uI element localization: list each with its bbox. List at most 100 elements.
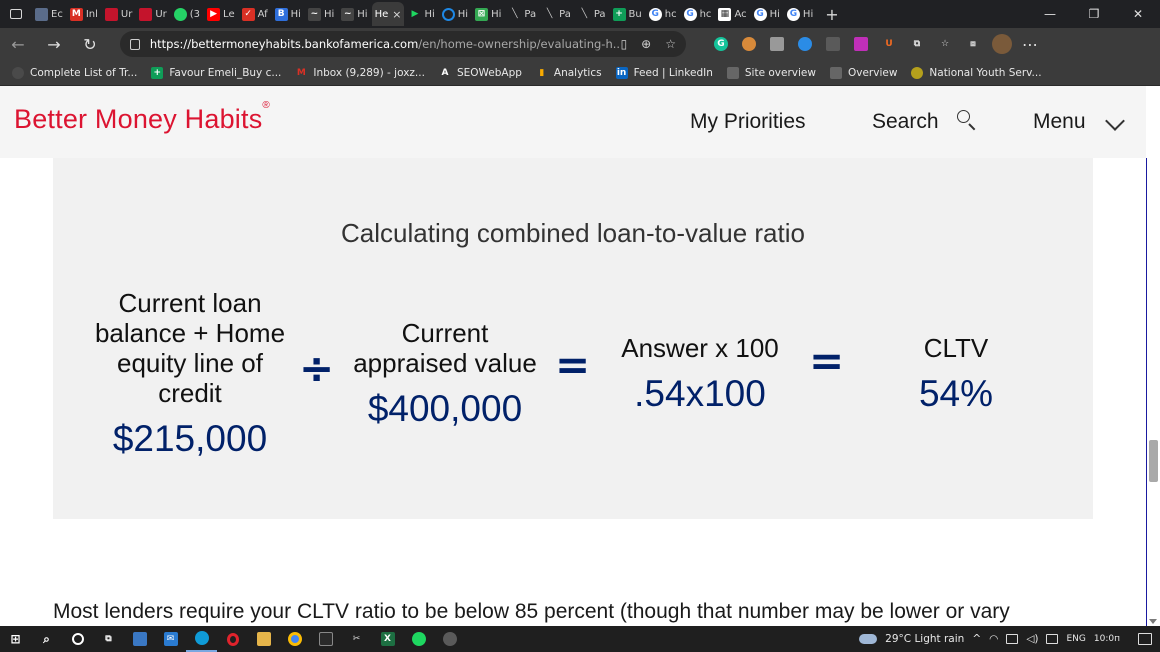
nav-menu[interactable]: Menu <box>1033 110 1086 134</box>
bookmark[interactable]: A SEOWebApp <box>439 67 521 79</box>
extension-icon[interactable] <box>742 37 756 51</box>
extension-icon[interactable] <box>798 37 812 51</box>
extension-icon[interactable] <box>854 37 868 51</box>
system-tray: 29°C Light rain ^ ◠ ◁) ENG 10:0п <box>859 633 1160 645</box>
more-icon[interactable]: ⋯ <box>1012 28 1048 60</box>
forward-icon[interactable]: → <box>36 28 72 60</box>
close-icon[interactable]: × <box>392 8 401 21</box>
tab[interactable]: ~ Hi <box>305 2 337 26</box>
bookmark[interactable]: in Feed | LinkedIn <box>615 66 713 79</box>
chrome-icon[interactable] <box>279 626 310 652</box>
tab[interactable]: Ur <box>136 2 169 26</box>
extension-u-icon[interactable]: U <box>882 37 896 51</box>
new-tab-button[interactable]: + <box>817 5 846 24</box>
zoom-icon[interactable]: ⊕ <box>641 37 651 51</box>
tab[interactable]: Ec <box>32 2 66 26</box>
tab[interactable]: ╲ Pa <box>505 2 539 26</box>
bookmark[interactable]: Complete List of Tr... <box>12 66 137 79</box>
search-icon[interactable] <box>957 110 976 131</box>
settings-icon[interactable] <box>310 626 341 652</box>
refresh-icon[interactable]: ↻ <box>72 28 108 60</box>
site-logo[interactable]: Better Money Habits® <box>14 100 270 135</box>
puzzle-icon[interactable]: ⧉ <box>910 37 924 51</box>
notification-icon[interactable] <box>1138 633 1152 645</box>
tabs: Ec M Inl Ur Ur (3 ▶ Le ✓ Af B Hi ~ Hi ~ Hi He ×… <box>32 0 1028 28</box>
collections-icon[interactable]: ⧈ <box>966 37 980 51</box>
desktop-icon[interactable] <box>124 626 155 652</box>
bookmark[interactable]: M Inbox (9,289) - joxz... <box>295 67 425 79</box>
nav-my-priorities[interactable]: My Priorities <box>690 110 806 134</box>
tab[interactable]: ~ Hi <box>338 2 370 26</box>
scrollbar[interactable] <box>1146 158 1160 626</box>
tab[interactable]: G Hi <box>751 2 783 26</box>
back-icon[interactable]: ← <box>0 28 36 60</box>
tab[interactable]: + Bu <box>610 2 645 26</box>
tab[interactable]: ✓ Af <box>239 2 271 26</box>
language-indicator[interactable]: ENG <box>1066 634 1085 644</box>
bookmark[interactable]: National Youth Serv... <box>911 66 1042 79</box>
address-bar[interactable]: https://bettermoneyhabits.bankofamerica.… <box>120 31 686 57</box>
cltv-calculation-panel: Calculating combined loan-to-value ratio… <box>53 158 1093 519</box>
calc-cltv: CLTV 54% <box>891 333 1021 415</box>
spotify-icon[interactable] <box>403 626 434 652</box>
search-icon[interactable]: ⌕ <box>31 626 62 652</box>
circle-icon[interactable] <box>62 626 93 652</box>
window-menu-icon[interactable] <box>0 0 32 28</box>
tab[interactable]: Ghc <box>646 2 680 26</box>
minimize-button[interactable]: — <box>1028 0 1072 28</box>
bookmark[interactable]: + Favour Emeli_Buy c... <box>151 66 281 79</box>
shield-icon[interactable] <box>434 626 465 652</box>
tab[interactable]: ╲ Pa <box>575 2 609 26</box>
reader-icon[interactable]: ▯ <box>621 37 628 51</box>
bookmark[interactable]: Overview <box>829 66 897 79</box>
favorite-icon[interactable]: ☆ <box>665 37 676 51</box>
extension-icon[interactable] <box>826 37 840 51</box>
tab-active[interactable]: He × <box>371 2 405 26</box>
tab[interactable]: ╲ Pa <box>540 2 574 26</box>
opera-icon[interactable] <box>217 626 248 652</box>
bookmark[interactable]: Site overview <box>726 66 816 79</box>
task-view-icon[interactable]: ⧉ <box>93 626 124 652</box>
extension-icon[interactable] <box>770 37 784 51</box>
tab[interactable]: Ghc <box>681 2 715 26</box>
tab[interactable]: Hi <box>439 2 471 26</box>
nav-search[interactable]: Search <box>872 110 939 134</box>
tab[interactable]: ▶ Hi <box>405 2 437 26</box>
play-icon: ▶ <box>411 8 419 19</box>
tab[interactable]: ▶ Le <box>204 2 238 26</box>
folder-icon[interactable] <box>248 626 279 652</box>
windows-icon[interactable]: ⊞ <box>0 626 31 652</box>
grammarly-icon[interactable]: G <box>714 37 728 51</box>
favorites-icon[interactable]: ☆ <box>938 37 952 51</box>
weather-text[interactable]: 29°C Light rain <box>885 633 964 645</box>
lock-icon <box>130 38 140 50</box>
mail-icon[interactable]: ✉ <box>155 626 186 652</box>
excel-icon[interactable]: X <box>372 626 403 652</box>
tab[interactable]: ▦ Ac <box>715 2 749 26</box>
scroll-down-icon[interactable] <box>1149 619 1157 624</box>
tool-icon[interactable]: ✂ <box>341 626 372 652</box>
edge-icon[interactable] <box>186 626 217 652</box>
scrollbar-thumb[interactable] <box>1149 440 1158 482</box>
volume-icon[interactable]: ◁) <box>1026 633 1038 645</box>
calc-label: Current loan balance + Home equity line … <box>94 288 286 408</box>
tab[interactable]: (3 <box>171 2 203 26</box>
keyboard-icon[interactable] <box>1046 634 1059 644</box>
avatar[interactable] <box>992 34 1012 54</box>
tab[interactable]: B Hi <box>272 2 304 26</box>
battery-icon[interactable] <box>1006 634 1019 644</box>
address-bar-icons: ▯ ⊕ ☆ <box>621 37 676 51</box>
tab[interactable]: ⊠ Hi <box>472 2 504 26</box>
tab[interactable]: G Hi <box>784 2 816 26</box>
bookmark[interactable]: ▮ Analytics <box>536 67 601 79</box>
tab[interactable]: M Inl <box>67 2 101 26</box>
clock[interactable]: 10:0п <box>1094 634 1120 644</box>
close-button[interactable]: ✕ <box>1116 0 1160 28</box>
chevron-up-icon[interactable]: ^ <box>972 633 981 645</box>
wifi-icon[interactable]: ◠ <box>989 633 998 645</box>
weather-icon[interactable] <box>859 634 878 644</box>
calc-answer: Answer x 100 .54x100 <box>605 333 795 415</box>
tab[interactable]: Ur <box>102 2 135 26</box>
maximize-button[interactable]: ❐ <box>1072 0 1116 28</box>
chevron-down-icon[interactable] <box>1105 111 1125 131</box>
